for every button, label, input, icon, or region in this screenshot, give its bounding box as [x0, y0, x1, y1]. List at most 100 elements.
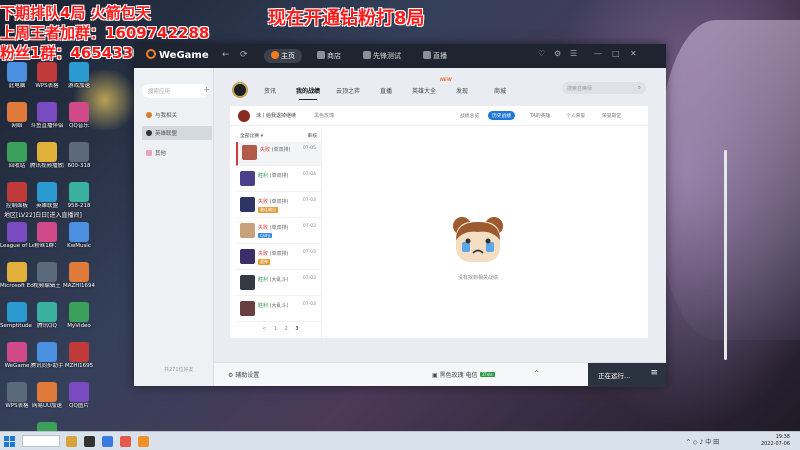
desktop-icon[interactable]: 游戏加速	[62, 62, 96, 90]
tab-home[interactable]: 主页	[264, 49, 302, 63]
taskbar-clock[interactable]: 19:38 2022-07-06	[750, 434, 790, 448]
tab-store[interactable]: 商店	[310, 49, 348, 63]
menu-icon[interactable]: ≡	[650, 368, 658, 378]
sidebar-item-lol[interactable]: 英雄联盟	[142, 126, 212, 140]
desktop-icon[interactable]: 腾讯QQ	[30, 302, 64, 330]
match-row[interactable]: 失败 (单双排) 07-03 超神	[236, 246, 322, 270]
search-icon[interactable]: ⌕	[638, 84, 641, 92]
champion-portrait-icon	[240, 171, 255, 186]
match-row[interactable]: 胜利 (单双排) 07-04	[236, 168, 322, 192]
desktop-icon-label: WPS表格	[35, 83, 59, 89]
desktop-icon[interactable]: MZHI1695	[62, 342, 96, 370]
tab-mall[interactable]: 商城	[494, 86, 506, 95]
page-1[interactable]: 1	[274, 326, 277, 332]
gear-icon[interactable]: ⚙	[554, 49, 561, 58]
tab-his-champions[interactable]: TA的英雄	[526, 111, 554, 120]
minimize-button[interactable]: —	[594, 49, 602, 58]
desktop-icon-label: 此电脑	[8, 83, 26, 89]
desktop-icon[interactable]: 粉丝1群：	[30, 222, 64, 250]
desktop-icon[interactable]: 腾讯视频播放器	[30, 142, 64, 170]
desktop-icon[interactable]: 600-318	[62, 142, 96, 170]
tab-honor[interactable]: 个人荣誉	[562, 111, 589, 120]
taskbar-app-folder[interactable]	[66, 436, 77, 447]
tab-history[interactable]: 历史战绩	[488, 111, 516, 120]
sidebar-item-other[interactable]: 其他	[142, 146, 212, 160]
tab-champions[interactable]: 英雄大全	[412, 86, 436, 95]
taskbar-app-edge[interactable]	[102, 436, 113, 447]
bottom-bar: ⚙ 辅助设置 ▣ 黑色玫瑰 电信 37ms ^ 正在运行... ≡	[214, 362, 666, 387]
app-icon	[37, 222, 57, 242]
desktop-icon[interactable]: League of Legends	[0, 222, 34, 250]
server-status[interactable]: ▣ 黑色玫瑰 电信 37ms	[432, 370, 495, 379]
page-3[interactable]: 3	[295, 326, 298, 332]
desktop-icon[interactable]: 视频编辑王	[30, 262, 64, 290]
tab-overview[interactable]: 战绩总览	[456, 111, 483, 120]
match-row[interactable]: 失败 (单双排) 07-03 carry	[236, 220, 322, 244]
taskbar-app-obs[interactable]	[120, 436, 131, 447]
desktop-icon[interactable]: 958-218	[62, 182, 96, 210]
desktop-icon[interactable]: WPS表格	[30, 62, 64, 90]
ping-badge: 37ms	[479, 372, 495, 377]
desktop-icon[interactable]: QQ图片	[62, 382, 96, 410]
expand-chevron-icon[interactable]: ^	[534, 370, 539, 377]
desktop-icon[interactable]: 腾讯同步助手	[30, 342, 64, 370]
desktop-icon[interactable]: 控制面板	[0, 182, 34, 210]
desktop-icon[interactable]: 网络	[0, 102, 34, 130]
tab-hall[interactable]: 荣誉殿堂	[598, 111, 625, 120]
match-row[interactable]: 胜利 (大乱斗) 07-03	[236, 272, 322, 296]
menu-icon[interactable]: ☰	[570, 49, 577, 58]
page-2[interactable]: 2	[285, 326, 288, 332]
match-date: 07-03	[302, 224, 316, 229]
assist-settings-button[interactable]: ⚙ 辅助设置	[228, 370, 259, 379]
taskbar-app-wegame[interactable]	[138, 436, 149, 447]
match-row[interactable]: 胜利 (大乱斗) 07-03	[236, 298, 322, 322]
tab-live-lol[interactable]: 直播	[380, 86, 392, 95]
refresh-button[interactable]: ⟳	[240, 50, 248, 60]
tab-live[interactable]: 直播	[416, 49, 454, 63]
taskbar-app-lol[interactable]	[84, 436, 95, 447]
start-button[interactable]	[4, 436, 15, 447]
tab-news[interactable]: 资讯	[264, 86, 276, 95]
desktop-icon[interactable]: 网易UU加速	[30, 382, 64, 410]
sidebar-item-related[interactable]: 与我相关	[142, 108, 212, 122]
desktop-icon[interactable]: 英雄联盟	[30, 182, 64, 210]
overlay-center-banner: 现在开通钻粉打8局	[268, 8, 425, 29]
tab-tft[interactable]: 云顶之弈	[336, 86, 360, 95]
match-sort[interactable]: 审核	[307, 132, 317, 139]
desktop-icon[interactable]: MyVideo	[62, 302, 96, 330]
prev-page-button[interactable]: <	[262, 326, 266, 332]
running-button[interactable]: 正在运行... ≡	[588, 363, 666, 387]
tab-pioneer-test[interactable]: 先锋测试	[356, 49, 408, 63]
summoner-search-input[interactable]: 搜索召唤师 ⌕	[562, 82, 646, 94]
favorite-icon[interactable]: ♡	[538, 49, 545, 58]
desktop-icon[interactable]: 斗鱼直播伴侣	[30, 102, 64, 130]
match-row[interactable]: 失败 (单双排) 07-05	[236, 142, 322, 166]
tab-discover[interactable]: 发现	[456, 86, 468, 95]
match-filter-dropdown[interactable]: 全部比赛 ▾	[240, 132, 263, 139]
friends-count[interactable]: 共271位好友	[164, 366, 194, 373]
player-header: 沫丨给我退掉继续 黑色玫瑰 战绩总览 历史战绩 TA的英雄 个人荣誉 荣誉殿堂	[230, 106, 648, 126]
desktop-icon[interactable]: WeGame	[0, 342, 34, 370]
close-button[interactable]: ✕	[630, 49, 637, 58]
desktop-icon[interactable]: WPS表格	[0, 382, 34, 410]
desktop-icon[interactable]: MAZHI1694	[62, 262, 96, 290]
desktop-icon[interactable]: Microsoft Edge	[0, 262, 34, 290]
back-button[interactable]: ←	[222, 50, 230, 60]
desktop-icon[interactable]: Semptitude ProX	[0, 302, 34, 330]
desktop-icon[interactable]: 此电脑	[0, 62, 34, 90]
live-icon	[423, 51, 431, 59]
taskbar-search-input[interactable]	[22, 435, 60, 447]
app-search-input[interactable]: 搜索应用 +	[142, 84, 210, 98]
match-row[interactable]: 失败 (单双排) 07-03 最佳输出	[236, 194, 322, 218]
desktop-icon[interactable]: KwMusic	[62, 222, 96, 250]
tab-my-record[interactable]: 我的战绩	[296, 86, 320, 100]
scrollbar[interactable]	[724, 150, 727, 360]
desktop-icon[interactable]: QQ音乐	[62, 102, 96, 130]
player-name: 沫丨给我退掉继续	[256, 113, 297, 119]
main-content: 资讯 我的战绩 云顶之弈 NEW 直播 英雄大全 发现 商城 搜索召唤师 ⌕ 沫丨…	[214, 68, 727, 362]
maximize-button[interactable]: □	[612, 49, 620, 58]
add-app-button[interactable]: +	[203, 85, 210, 94]
system-tray[interactable]: ^ ◇ ♪ 中 田	[686, 437, 719, 446]
avatar[interactable]	[238, 110, 250, 122]
desktop-icon[interactable]: 回收站	[0, 142, 34, 170]
